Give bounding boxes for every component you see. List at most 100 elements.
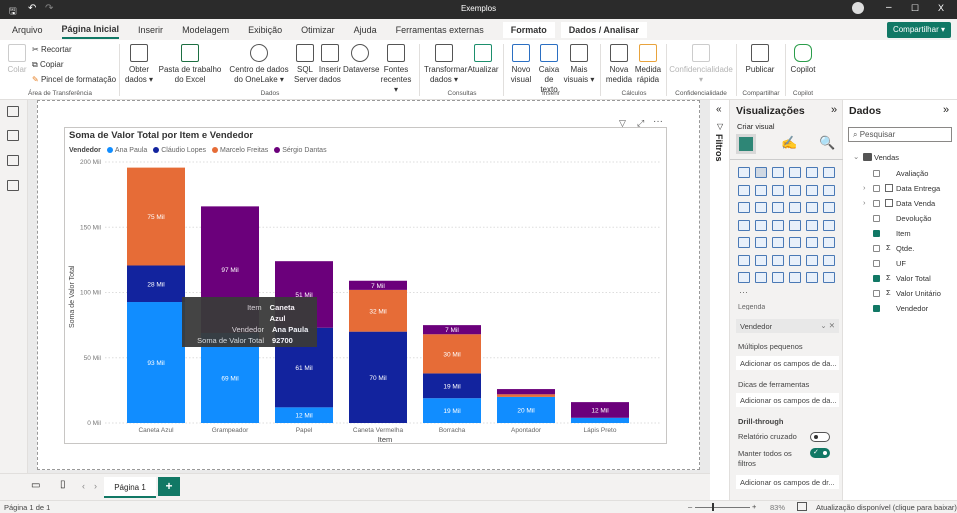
next-page-icon[interactable]: › — [94, 481, 97, 491]
treemap-visual-icon[interactable] — [738, 219, 750, 231]
table-view-icon[interactable] — [7, 130, 19, 141]
arcgis-visual-icon[interactable] — [789, 272, 801, 283]
funnel-visual-icon[interactable] — [772, 202, 784, 213]
stacked-column-chart-visual[interactable]: Soma de Valor Total por Item e Vendedor … — [64, 116, 667, 444]
key-influencers-visual-icon[interactable] — [755, 254, 767, 266]
excel-workbook-button[interactable]: Pasta de trabalho do Excel — [155, 44, 225, 85]
diamond-visual-icon[interactable] — [806, 272, 818, 283]
narrative-visual-icon[interactable] — [806, 254, 818, 266]
tab-inserir[interactable]: Inserir — [138, 22, 163, 38]
map-visual-icon[interactable] — [755, 219, 767, 231]
line-visual-icon[interactable] — [738, 184, 750, 196]
field-item[interactable]: Σ Valor Total — [843, 272, 957, 287]
field-checkbox[interactable] — [873, 170, 880, 177]
pie-visual-icon[interactable] — [806, 202, 818, 213]
chevron-down-icon[interactable]: ⌄ — [853, 152, 859, 161]
field-item[interactable]: Avaliação — [843, 167, 957, 182]
dax-query-view-icon[interactable] — [7, 180, 19, 191]
account-avatar[interactable] — [852, 2, 864, 14]
cut-button[interactable]: ✂ Recortar — [32, 45, 72, 54]
search-input[interactable]: ⌕ Pesquisar — [848, 127, 952, 142]
qa-visual-icon[interactable] — [789, 254, 801, 266]
ribbon-visual-icon[interactable] — [738, 202, 750, 213]
field-checkbox[interactable] — [873, 260, 880, 267]
desktop-layout-icon[interactable]: ▭ — [31, 480, 40, 491]
card-visual-icon[interactable] — [823, 219, 835, 231]
tooltips-well[interactable]: Adicionar os campos de da... — [736, 393, 839, 407]
matrix-visual-icon[interactable] — [806, 237, 818, 248]
zoom-slider-thumb[interactable] — [712, 503, 714, 511]
field-item[interactable]: Devolução — [843, 212, 957, 227]
100-stacked-area-visual-icon[interactable] — [789, 184, 801, 196]
kpi-visual-icon[interactable] — [755, 237, 767, 248]
update-available-link[interactable]: Atualização disponível (clique para baix… — [816, 503, 957, 512]
report-view-icon[interactable] — [7, 106, 19, 117]
field-item[interactable]: Item — [843, 227, 957, 242]
zoom-slider[interactable] — [695, 507, 750, 508]
format-painter-button[interactable]: ✎ Pincel de formatação — [32, 75, 116, 84]
keep-filters-toggle[interactable]: ✓ — [810, 448, 830, 458]
bar-segment[interactable] — [571, 417, 629, 423]
donut-visual-icon[interactable] — [823, 202, 835, 213]
mobile-layout-icon[interactable]: ▯ — [60, 479, 66, 490]
100-stacked-bar-visual-icon[interactable] — [806, 167, 818, 178]
small-multiples-well[interactable]: Adicionar os campos de da... — [736, 356, 839, 370]
sql-server-button[interactable]: SQL Server — [294, 44, 318, 85]
collapse-visualizations-icon[interactable]: » — [831, 104, 837, 116]
chevron-right-icon[interactable]: › — [863, 183, 866, 192]
field-item[interactable]: › Data Venda — [843, 197, 957, 212]
clustered-bar-visual-icon[interactable] — [772, 167, 784, 178]
chevron-visual-icon[interactable] — [823, 272, 835, 283]
expand-filters-icon[interactable]: « — [716, 104, 722, 115]
quick-measure-button[interactable]: Medida rápida — [633, 44, 663, 85]
cross-report-toggle[interactable] — [810, 432, 830, 442]
remove-field-icon[interactable]: ⌄ ✕ — [820, 321, 835, 330]
text-box-button[interactable]: Caixa de texto — [535, 44, 563, 95]
field-item[interactable]: Vendedor — [843, 302, 957, 317]
field-checkbox[interactable] — [873, 245, 880, 252]
scatter-visual-icon[interactable] — [789, 202, 801, 213]
build-visual-tab[interactable] — [736, 134, 756, 154]
r-visual-visual-icon[interactable] — [823, 237, 835, 248]
line-stacked-column-visual-icon[interactable] — [806, 184, 818, 196]
clustered-column-visual-icon[interactable] — [789, 167, 801, 178]
new-measure-button[interactable]: Nova medida — [604, 44, 634, 85]
share-button[interactable]: Compartilhar ▾ — [886, 22, 951, 38]
area-visual-icon[interactable] — [755, 184, 767, 196]
field-checkbox[interactable] — [873, 230, 880, 237]
field-checkbox[interactable] — [873, 275, 880, 282]
stacked-area-visual-icon[interactable] — [772, 184, 784, 196]
field-checkbox[interactable] — [873, 305, 880, 312]
table-vendas[interactable]: ⌄ Vendas — [843, 151, 957, 166]
goals-visual-icon[interactable] — [823, 254, 835, 266]
power-apps-visual-icon[interactable] — [755, 272, 767, 283]
close-button[interactable]: X — [938, 3, 944, 13]
filters-pane-collapsed[interactable]: « ▽ Filtros — [710, 100, 730, 500]
slicer-visual-icon[interactable] — [772, 237, 784, 248]
paginated-report-visual-icon[interactable] — [738, 272, 750, 283]
more-options-icon[interactable]: ··· — [653, 116, 663, 127]
onelake-button[interactable]: Centro de dados do OneLake ▾ — [225, 44, 293, 85]
100-stacked-column-visual-icon[interactable] — [823, 167, 835, 178]
decomposition-tree-visual-icon[interactable] — [772, 254, 784, 266]
field-checkbox[interactable] — [873, 290, 880, 297]
copilot-button[interactable]: Copilot — [788, 44, 818, 75]
azure-map-visual-icon[interactable] — [789, 219, 801, 231]
legend-field-well[interactable]: Vendedor ⌄ ✕ — [736, 319, 839, 333]
tab-dados-analisar[interactable]: Dados / Analisar — [560, 21, 647, 38]
refresh-button[interactable]: Atualizar — [466, 44, 500, 75]
dataverse-button[interactable]: Dataverse — [343, 44, 379, 75]
field-item[interactable]: Σ Qtde. — [843, 242, 957, 257]
copy-button[interactable]: ⧉ Copiar — [32, 60, 64, 70]
model-view-icon[interactable] — [7, 155, 19, 166]
tab-exibicao[interactable]: Exibição — [248, 22, 282, 38]
collapse-data-icon[interactable]: » — [943, 104, 949, 116]
zoom-out-button[interactable]: – — [688, 502, 692, 511]
field-checkbox[interactable] — [873, 185, 880, 192]
tab-ferramentas-externas[interactable]: Ferramentas externas — [396, 22, 484, 38]
page-tab-1[interactable]: Página 1 — [104, 477, 156, 498]
python-visual-visual-icon[interactable] — [738, 254, 750, 266]
multi-row-card-visual-icon[interactable] — [738, 237, 750, 248]
add-page-button[interactable]: + — [158, 477, 180, 496]
more-visuals-button[interactable]: Mais visuais ▾ — [563, 44, 595, 85]
